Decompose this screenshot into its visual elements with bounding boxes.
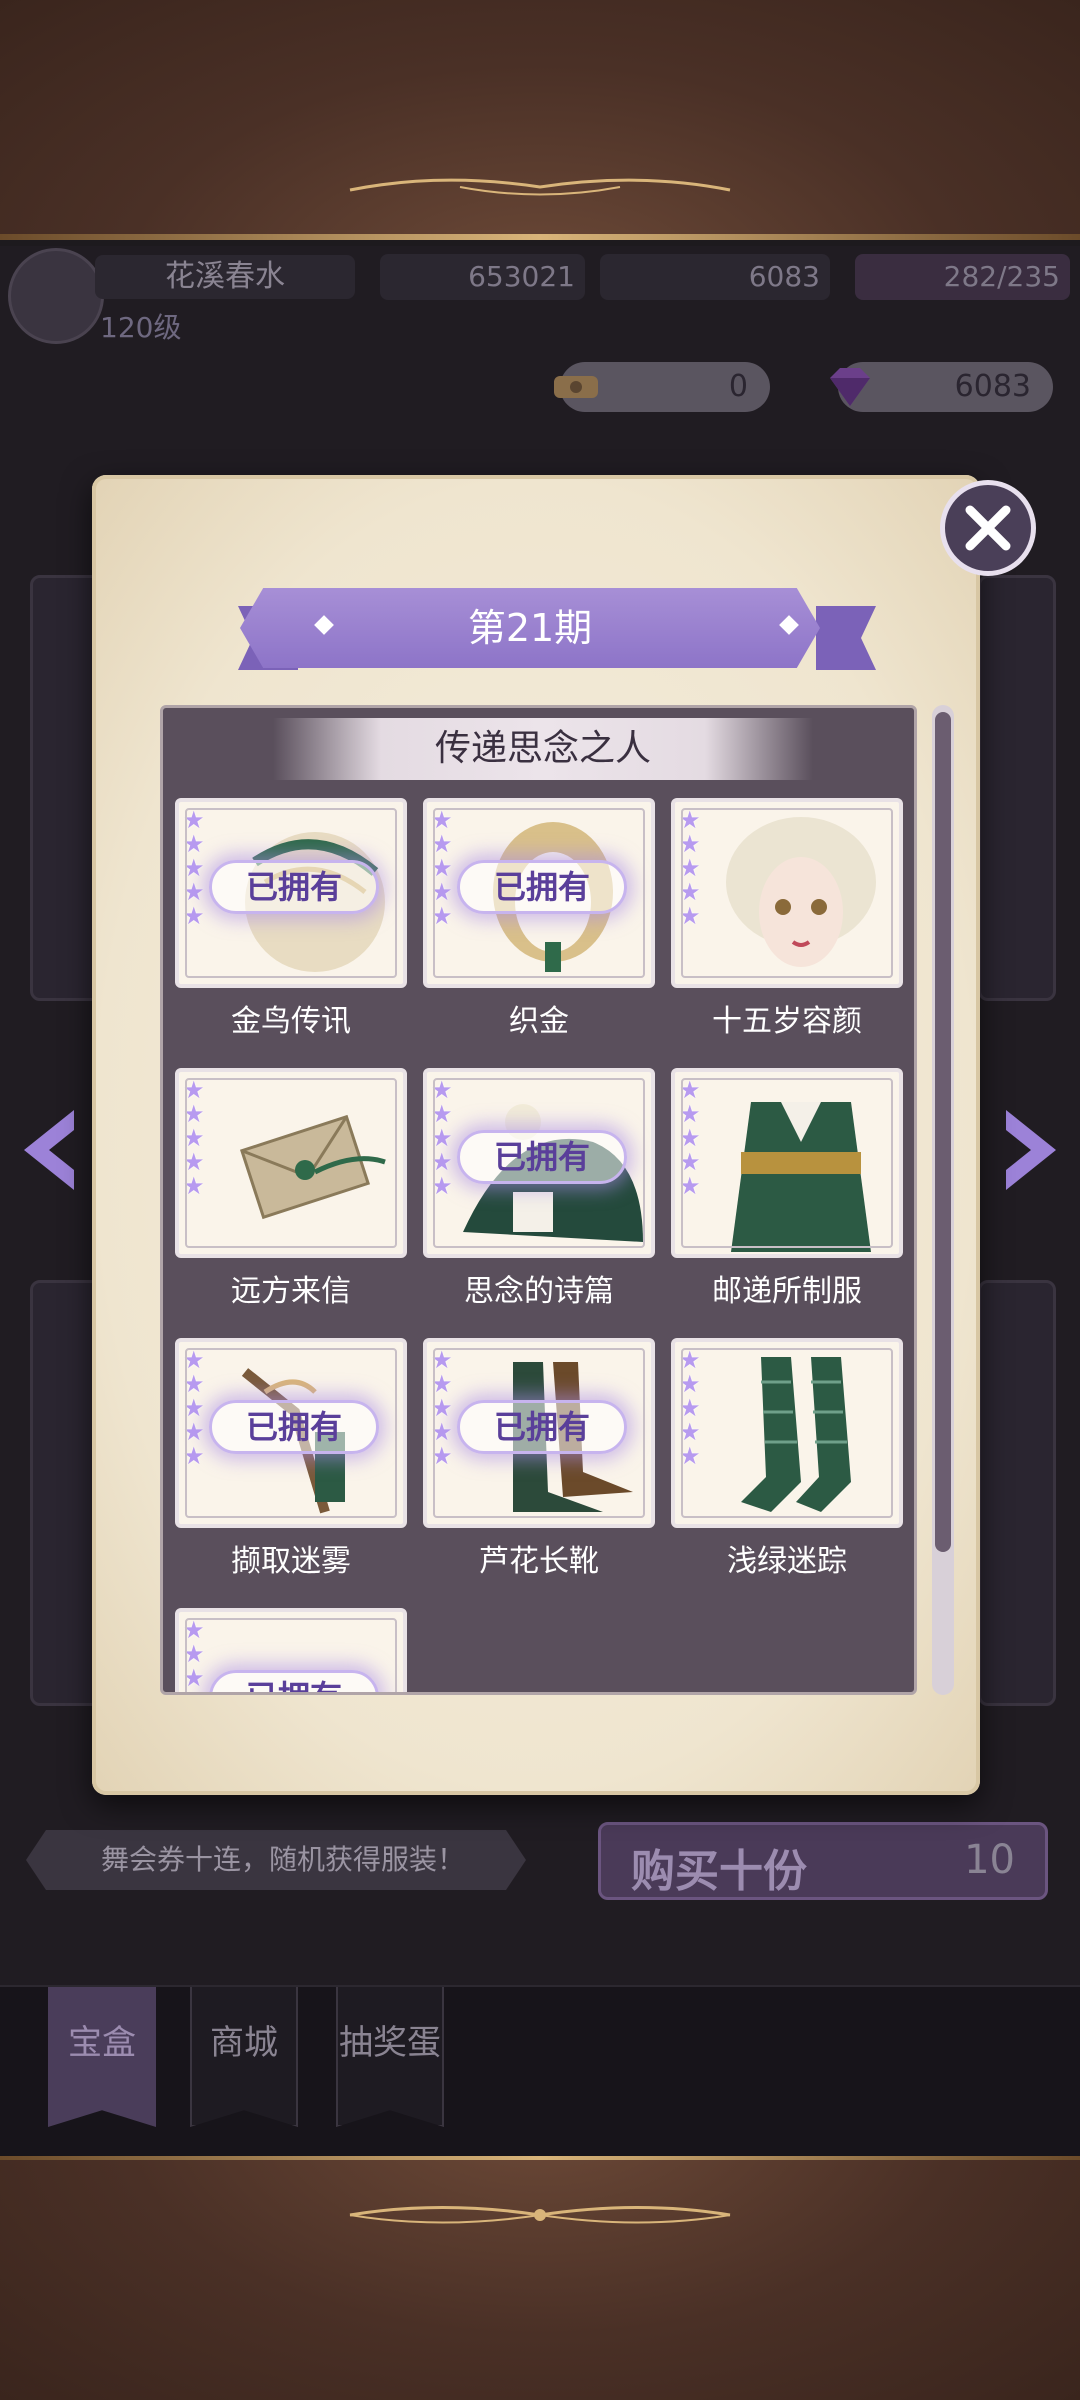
item-card[interactable]: ★★★★★ 已拥有 <box>175 1608 407 1692</box>
item-slot[interactable]: ★ ★ ★ ★ ★ 十五岁容颜 <box>671 798 903 1053</box>
face-art <box>726 817 876 967</box>
hair-art <box>493 822 613 972</box>
period-title: 第21期 <box>467 606 593 650</box>
prev-arrow-icon[interactable] <box>14 1105 84 1195</box>
rarity-stars: ★★★★★ <box>183 1346 205 1470</box>
gem-icon <box>830 368 870 406</box>
rarity-stars: ★★★★★ <box>183 1076 205 1200</box>
boots-art <box>513 1362 633 1512</box>
gem-counter[interactable]: 6083 <box>600 254 830 300</box>
tab-treasure-box[interactable]: 宝盒 <box>48 1987 156 2127</box>
avatar[interactable] <box>8 248 104 344</box>
rarity-stars: ★★★★★ <box>431 1346 453 1470</box>
hand-accessory-art <box>241 1368 345 1514</box>
close-button[interactable] <box>940 480 1036 576</box>
ten-draw-tip: 舞会券十连，随机获得服装！ <box>26 1830 526 1890</box>
item-card[interactable]: ★ ★ ★ ★ ★ <box>175 1068 407 1258</box>
next-arrow-icon[interactable] <box>996 1105 1066 1195</box>
item-name: 远方来信 <box>231 1274 351 1309</box>
right-showcase-panel <box>978 575 1056 1001</box>
item-list-panel[interactable]: 传递思念之人 ★ ★ ★ ★ ★ 已拥有 金鸟传讯 ★ ★ ★ ★ ★ 已拥有 … <box>160 705 917 1695</box>
list-scrollbar-thumb[interactable] <box>935 712 951 1552</box>
item-slot[interactable]: ★ ★ ★ ★ ★ 已拥有 思念的诗篇 <box>423 1068 655 1323</box>
rarity-stars: ★★★★★ <box>183 806 205 930</box>
item-name: 浅绿迷踪 <box>727 1544 847 1579</box>
buy-ten-button[interactable]: 购买十份 10 <box>598 1822 1048 1900</box>
coin-counter[interactable]: 653021 <box>380 254 585 300</box>
top-frame <box>0 0 1080 240</box>
uniform-art <box>731 1102 871 1252</box>
item-name: 芦花长靴 <box>479 1544 599 1579</box>
right-lower-panel <box>978 1280 1056 1706</box>
rarity-stars: ★★★★★ <box>679 1076 701 1200</box>
tab-lottery-egg[interactable]: 抽奖蛋 <box>336 1987 444 2127</box>
owned-badge: 已拥有 <box>209 1400 379 1454</box>
item-name: 十五岁容颜 <box>712 1004 862 1039</box>
top-ornament <box>349 178 731 196</box>
rarity-stars: ★★★★★ <box>679 1346 701 1470</box>
item-slot[interactable]: ★ ★ ★ ★ ★ 浅绿迷踪 <box>671 1338 903 1593</box>
item-card[interactable]: ★★★★★ 已拥有 <box>423 798 655 988</box>
owned-badge: 已拥有 <box>457 860 627 914</box>
rarity-stars: ★★★★★ <box>679 806 701 930</box>
set-title: 传递思念之人 <box>273 718 813 780</box>
hair-accessory-art <box>245 832 385 972</box>
player-name: 花溪春水 <box>95 255 355 299</box>
item-name: 撷取迷雾 <box>231 1544 351 1579</box>
top-frame-border <box>0 234 1080 240</box>
item-name: 思念的诗篇 <box>464 1274 614 1309</box>
item-card[interactable]: ★★★★★ 已拥有 <box>175 798 407 988</box>
buy-ten-label: 购买十份 <box>631 1846 807 1897</box>
item-card[interactable]: ★ ★ ★ ★ ★ <box>671 798 903 988</box>
item-name: 金鸟传讯 <box>231 1004 351 1039</box>
owned-badge: 已拥有 <box>457 1130 627 1184</box>
bottom-frame <box>0 2160 1080 2400</box>
stamina-counter[interactable]: 282/235 <box>855 254 1070 300</box>
owned-badge: 已拥有 <box>209 860 379 914</box>
rarity-stars: ★★★★★ <box>183 1616 205 1692</box>
item-slot[interactable]: ★ ★ ★ ★ ★ 远方来信 <box>175 1068 407 1323</box>
bottom-tab-bar: 宝盒 商城 抽奖蛋 <box>0 1985 1080 2157</box>
player-level: 120级 <box>100 311 182 344</box>
item-card[interactable]: ★★★★★ 已拥有 <box>175 1338 407 1528</box>
item-card[interactable]: ★ ★ ★ ★ ★ <box>671 1068 903 1258</box>
item-slot[interactable]: ★ ★ ★ ★ ★ 已拥有 金鸟传讯 <box>175 798 407 1053</box>
item-slot[interactable]: ★ ★ ★ ★ ★ 已拥有 撷取迷雾 <box>175 1338 407 1593</box>
ticket-icon <box>554 376 598 398</box>
tab-mall[interactable]: 商城 <box>190 1987 298 2127</box>
coat-art <box>463 1104 643 1242</box>
item-slot[interactable]: ★ ★ ★ ★ ★ 已拥有 织金 <box>423 798 655 1053</box>
item-name: 邮递所制服 <box>712 1274 862 1309</box>
bottom-ornament <box>349 2206 731 2224</box>
owned-badge: 已拥有 <box>457 1400 627 1454</box>
owned-badge: 已拥有 <box>209 1670 379 1692</box>
item-card[interactable]: ★★★★★ 已拥有 <box>423 1338 655 1528</box>
rarity-stars: ★★★★★ <box>431 806 453 930</box>
item-card[interactable]: ★★★★★ 已拥有 <box>423 1068 655 1258</box>
item-slot[interactable]: ★ ★ ★ ★ ★ 邮递所制服 <box>671 1068 903 1323</box>
item-card[interactable]: ★ ★ ★ ★ ★ <box>671 1338 903 1528</box>
item-name: 织金 <box>509 1004 569 1039</box>
letter-art <box>239 1114 386 1220</box>
rarity-stars: ★★★★★ <box>431 1076 453 1200</box>
buy-ten-cost: 10 <box>964 1837 1015 1883</box>
item-slot[interactable]: ★★★★★ 已拥有 <box>175 1608 407 1692</box>
item-slot[interactable]: ★ ★ ★ ★ ★ 已拥有 芦花长靴 <box>423 1338 655 1593</box>
close-icon <box>965 505 1011 551</box>
stockings-art <box>741 1357 851 1512</box>
